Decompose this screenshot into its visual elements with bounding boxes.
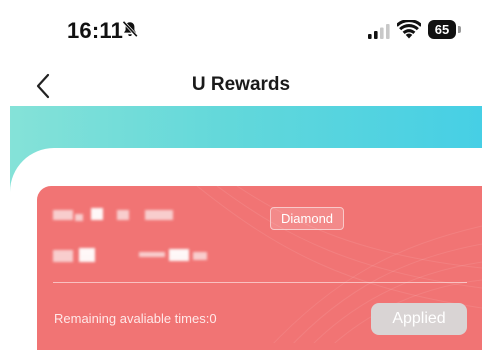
battery-level: 65 [428, 20, 456, 39]
masked-account [193, 252, 207, 260]
signal-icon [368, 24, 390, 39]
masked-name [117, 210, 129, 220]
masked-name [53, 210, 73, 220]
masked-name [145, 210, 173, 220]
masked-name [75, 214, 83, 221]
masked-account [139, 252, 165, 257]
remaining-times-text: Remaining avaliable times:0 [54, 311, 217, 326]
battery-tip [458, 26, 461, 33]
applied-button[interactable]: Applied [371, 303, 467, 335]
masked-name [91, 208, 103, 220]
status-bar: 16:11 65 [0, 0, 482, 62]
masked-account [53, 250, 73, 262]
masked-account [79, 248, 95, 262]
page-title: U Rewards [191, 74, 291, 95]
nav-bar: U Rewards [0, 62, 482, 110]
wifi-icon [397, 20, 421, 39]
tier-badge: Diamond [270, 207, 345, 230]
status-time: 16:11 [67, 18, 124, 43]
membership-card: Diamond Remaining avaliable times:0 Appl… [37, 186, 482, 350]
card-divider [53, 282, 467, 283]
battery-icon: 65 [428, 20, 462, 39]
bell-muted-icon [122, 20, 138, 38]
masked-account [169, 249, 189, 261]
card-bottom-edge [37, 343, 482, 350]
